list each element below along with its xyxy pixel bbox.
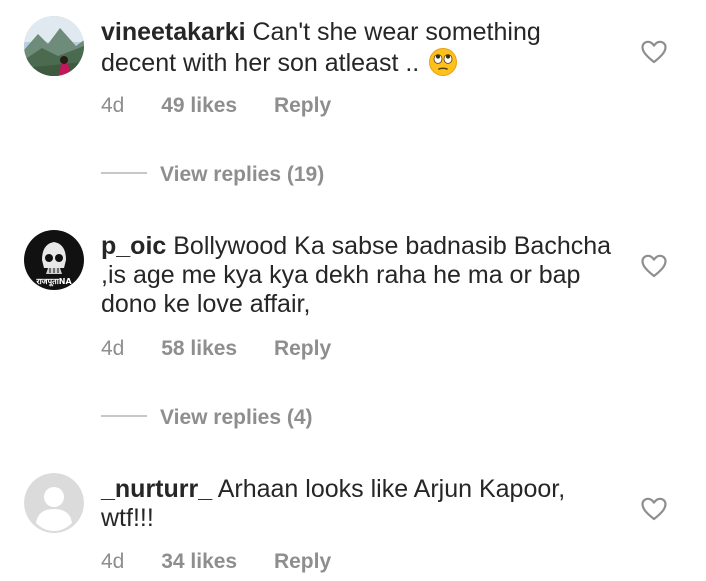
avatar[interactable] <box>24 16 84 76</box>
comment-likes[interactable]: 34 likes <box>161 550 237 574</box>
face-with-rolling-eyes-emoji <box>428 47 458 77</box>
avatar[interactable]: राजपूताNA <box>24 230 84 290</box>
reply-button[interactable]: Reply <box>274 337 331 361</box>
comment-time: 4d <box>101 337 125 360</box>
comment-time: 4d <box>101 550 125 573</box>
heart-outline-icon[interactable] <box>641 497 667 521</box>
comment-text: vineetakarki Can't she wear something de… <box>101 18 621 78</box>
comment-text: _nurturr_ Arhaan looks like Arjun Kapoor… <box>101 475 621 533</box>
reply-button[interactable]: Reply <box>274 94 331 118</box>
default-person-avatar <box>24 473 84 533</box>
comment-username[interactable]: p_oic <box>101 232 166 260</box>
comment-username[interactable]: vineetakarki <box>101 18 246 46</box>
comment-meta: 4d 49 likes Reply <box>101 94 331 118</box>
comment-body: Bollywood Ka sabse badnasib Bachcha ,is … <box>101 232 612 318</box>
comment-time: 4d <box>101 94 125 117</box>
view-replies-button[interactable]: View replies (4) <box>101 406 313 430</box>
comment-username[interactable]: _nurturr_ <box>101 475 212 503</box>
view-replies-label: View replies (19) <box>160 163 325 186</box>
comment-meta: 4d 58 likes Reply <box>101 337 331 361</box>
heart-outline-icon[interactable] <box>641 254 667 278</box>
view-replies-label: View replies (4) <box>160 406 313 429</box>
avatar-brand-text: राजपूताNA <box>35 277 72 287</box>
comment-meta: 4d 34 likes Reply <box>101 550 331 574</box>
avatar[interactable] <box>24 473 84 533</box>
reply-button[interactable]: Reply <box>274 550 331 574</box>
replies-divider-line <box>101 172 147 175</box>
comment-likes[interactable]: 58 likes <box>161 337 237 361</box>
replies-divider-line <box>101 415 147 418</box>
comment-likes[interactable]: 49 likes <box>161 94 237 118</box>
heart-outline-icon[interactable] <box>641 40 667 64</box>
skull-logo-avatar: राजपूताNA <box>24 230 84 290</box>
comment-text: p_oic Bollywood Ka sabse badnasib Bachch… <box>101 232 621 319</box>
landscape-photo-avatar <box>24 16 84 76</box>
view-replies-button[interactable]: View replies (19) <box>101 163 324 187</box>
